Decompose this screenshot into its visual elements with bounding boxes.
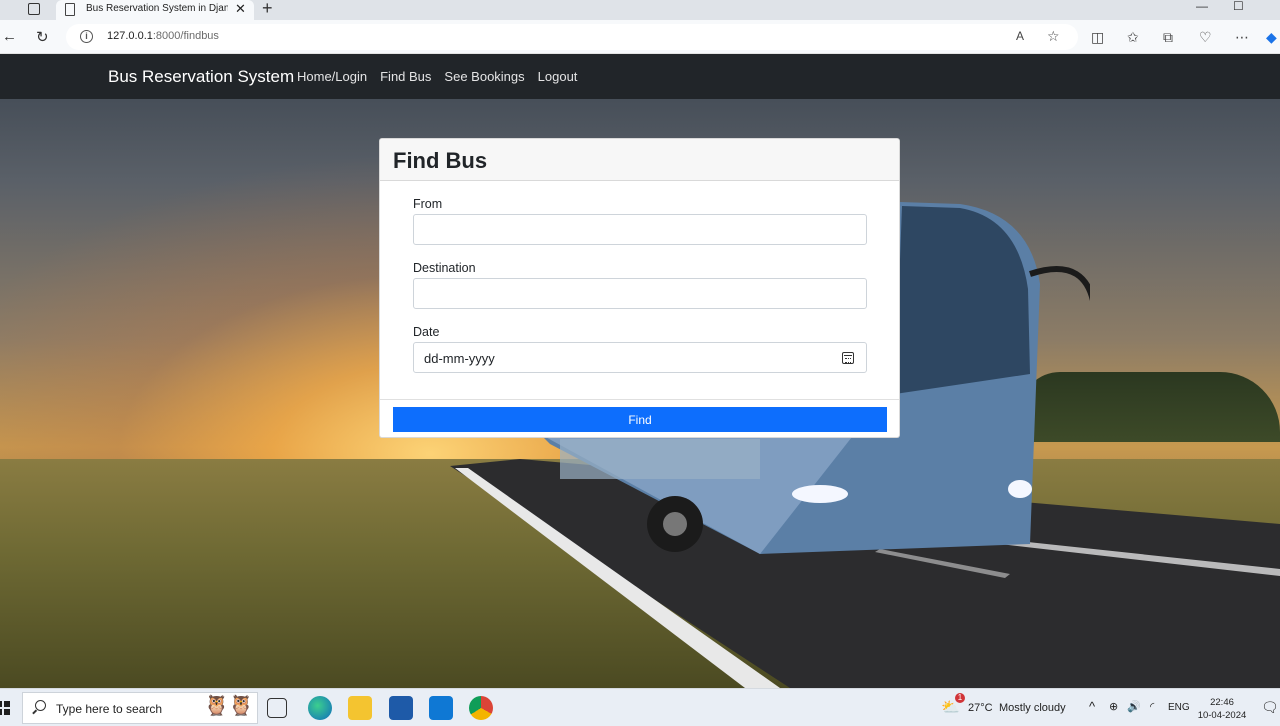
search-icon [35, 700, 46, 711]
browser-essentials-icon[interactable]: ♡ [1199, 29, 1212, 46]
mail-icon[interactable] [429, 696, 453, 720]
url-text[interactable]: 127.0.0.1:8000/findbus [107, 30, 219, 42]
split-screen-icon[interactable]: ◫ [1091, 29, 1104, 46]
chevron-up-icon[interactable]: ^ [1089, 699, 1095, 714]
notifications-icon[interactable]: 🗨 [1261, 699, 1279, 716]
edge-browser-icon[interactable] [308, 696, 332, 720]
page-title: Find Bus [393, 148, 488, 173]
date-label: Date [413, 325, 440, 339]
page-viewport: Bus Reservation System Home/Login Find B… [0, 54, 1280, 688]
tab-title: Bus Reservation System in Djang [86, 3, 228, 14]
destination-label: Destination [413, 261, 476, 275]
address-bar[interactable]: i 127.0.0.1:8000/findbus A ☆ [66, 24, 1078, 50]
destination-input[interactable] [413, 278, 867, 309]
file-explorer-icon[interactable] [348, 696, 372, 720]
calendar-icon[interactable] [842, 352, 854, 364]
volume-icon[interactable]: 🔊 [1127, 700, 1141, 713]
page-icon [65, 3, 75, 16]
top-navbar: Bus Reservation System Home/Login Find B… [0, 54, 1280, 99]
site-info-icon[interactable]: i [80, 30, 93, 43]
battery-icon[interactable]: ⊕ [1109, 700, 1118, 713]
chrome-icon[interactable] [469, 696, 493, 720]
date-placeholder: dd-mm-yyyy [424, 351, 495, 366]
search-placeholder: Type here to search [56, 702, 163, 716]
refresh-icon[interactable]: ↻ [36, 28, 49, 46]
navbar-links: Home/Login Find Bus See Bookings Logout [297, 69, 577, 84]
nav-link-logout[interactable]: Logout [538, 69, 578, 84]
task-view-icon[interactable] [267, 698, 287, 718]
nav-link-see-bookings[interactable]: See Bookings [444, 69, 524, 84]
read-aloud-icon[interactable]: A [1016, 29, 1024, 43]
nav-link-home-login[interactable]: Home/Login [297, 69, 367, 84]
back-icon[interactable]: ← [2, 28, 17, 45]
maximize-window-button[interactable]: ☐ [1233, 0, 1244, 13]
date-input[interactable]: dd-mm-yyyy [413, 342, 867, 373]
tab-actions-icon[interactable] [28, 3, 40, 15]
weather-text[interactable]: Mostly cloudy [999, 702, 1066, 714]
search-highlight-icon[interactable]: 🦉🦉 [204, 693, 254, 718]
clock-time: 22:46 [1210, 697, 1234, 708]
settings-more-icon[interactable]: ⋯ [1235, 29, 1249, 46]
browser-toolbar: ← ↻ i 127.0.0.1:8000/findbus A ☆ ◫ ✩ ⧉ ♡… [0, 20, 1280, 54]
from-input[interactable] [413, 214, 867, 245]
new-tab-button[interactable]: + [262, 0, 273, 19]
nav-link-find-bus[interactable]: Find Bus [380, 69, 431, 84]
copilot-icon[interactable]: ◆ [1266, 29, 1277, 46]
card-footer-divider [380, 399, 899, 400]
browser-tab-active[interactable]: Bus Reservation System in Djang ✕ [56, 0, 254, 20]
minimize-window-button[interactable]: — [1196, 0, 1208, 13]
navbar-brand[interactable]: Bus Reservation System [108, 67, 294, 87]
favorites-icon[interactable]: ✩ [1127, 29, 1139, 46]
clock-date: 10-04-2024 [1197, 710, 1247, 721]
collections-icon[interactable]: ⧉ [1163, 29, 1173, 46]
weather-badge: 1 [955, 693, 965, 703]
find-bus-card: Find Bus From Destination Date dd-mm-yyy… [379, 138, 900, 438]
find-button[interactable]: Find [393, 407, 887, 432]
browser-tab-strip: Bus Reservation System in Djang ✕ + — ☐ [0, 0, 1280, 20]
windows-start-icon[interactable] [0, 701, 10, 715]
store-icon[interactable] [389, 696, 413, 720]
card-header: Find Bus [380, 139, 899, 181]
weather-temp[interactable]: 27°C [968, 702, 993, 714]
language-indicator[interactable]: ENG [1168, 702, 1190, 713]
close-tab-icon[interactable]: ✕ [235, 1, 246, 17]
wifi-icon[interactable]: ◜ [1150, 700, 1154, 713]
favorite-star-icon[interactable]: ☆ [1047, 28, 1060, 45]
windows-taskbar: Type here to search 🦉🦉 ⛅ 1 27°C Mostly c… [0, 688, 1280, 726]
from-label: From [413, 197, 443, 211]
system-clock[interactable]: 22:46 10-04-2024 [1196, 696, 1248, 722]
